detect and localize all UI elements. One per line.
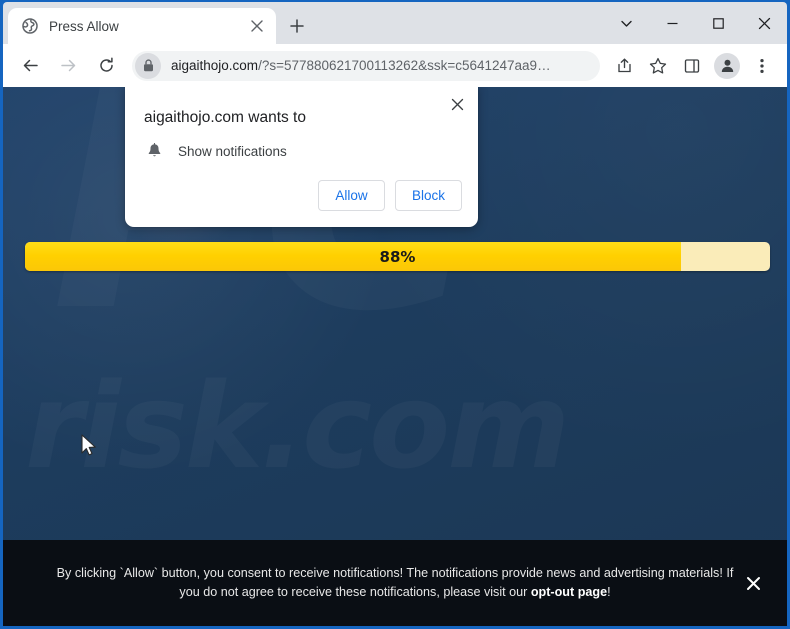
- url-path: /?s=577880621700113262&ssk=c5641247aa9…: [258, 58, 551, 73]
- minimize-button[interactable]: [649, 2, 695, 44]
- bell-icon: [144, 143, 164, 159]
- opt-out-page-link[interactable]: opt-out page: [531, 585, 607, 599]
- dialog-title: aigaithojo.com wants to: [144, 109, 306, 126]
- globe-icon: [21, 18, 38, 35]
- star-icon[interactable]: [644, 52, 672, 80]
- profile-avatar-icon[interactable]: [714, 52, 740, 79]
- browser-tab[interactable]: Press Allow: [8, 8, 276, 44]
- lock-icon[interactable]: [135, 52, 161, 79]
- tab-strip: Press Allow: [3, 2, 787, 44]
- tab-close-icon[interactable]: [246, 15, 268, 37]
- url-domain: aigaithojo.com: [171, 58, 259, 73]
- mouse-pointer-icon: [81, 434, 97, 462]
- notification-permission-dialog: aigaithojo.com wants to Show notificatio…: [125, 87, 478, 227]
- browser-toolbar: aigaithojo.com/?s=577880621700113262&ssk…: [3, 44, 787, 87]
- three-dot-menu-icon[interactable]: [748, 52, 776, 80]
- dialog-close-icon[interactable]: [445, 92, 469, 116]
- permission-row: Show notifications: [144, 143, 462, 159]
- address-bar[interactable]: aigaithojo.com/?s=577880621700113262&ssk…: [132, 50, 600, 81]
- page-viewport: PC risk.com 88% aigaithojo.com wants to: [3, 87, 787, 626]
- new-tab-button[interactable]: [282, 11, 312, 41]
- consent-text-before: By clicking `Allow` button, you consent …: [56, 565, 734, 599]
- close-window-button[interactable]: [741, 2, 787, 44]
- watermark-risk: risk.com: [25, 367, 567, 485]
- allow-button[interactable]: Allow: [318, 180, 385, 211]
- maximize-button[interactable]: [695, 2, 741, 44]
- browser-window: Press Allow aigaithojo.com/?s=5778806217…: [0, 0, 790, 629]
- forward-arrow-icon[interactable]: [53, 51, 83, 81]
- window-controls: [603, 2, 787, 44]
- progress-bar: 88%: [25, 242, 770, 271]
- progress-percent-label: 88%: [379, 247, 416, 266]
- side-panel-icon[interactable]: [678, 52, 706, 80]
- consent-banner-close-icon[interactable]: [743, 573, 763, 593]
- tab-search-chevron-icon[interactable]: [603, 2, 649, 44]
- tab-title: Press Allow: [49, 18, 119, 34]
- url-text: aigaithojo.com/?s=577880621700113262&ssk…: [171, 58, 596, 73]
- dialog-actions: Allow Block: [318, 180, 462, 211]
- block-button[interactable]: Block: [395, 180, 462, 211]
- reload-icon[interactable]: [91, 51, 121, 81]
- share-icon[interactable]: [610, 52, 638, 80]
- consent-banner: By clicking `Allow` button, you consent …: [3, 540, 787, 626]
- consent-banner-text: By clicking `Allow` button, you consent …: [55, 564, 735, 602]
- permission-label: Show notifications: [178, 143, 287, 159]
- back-arrow-icon[interactable]: [15, 51, 45, 81]
- consent-text-after: !: [607, 585, 611, 599]
